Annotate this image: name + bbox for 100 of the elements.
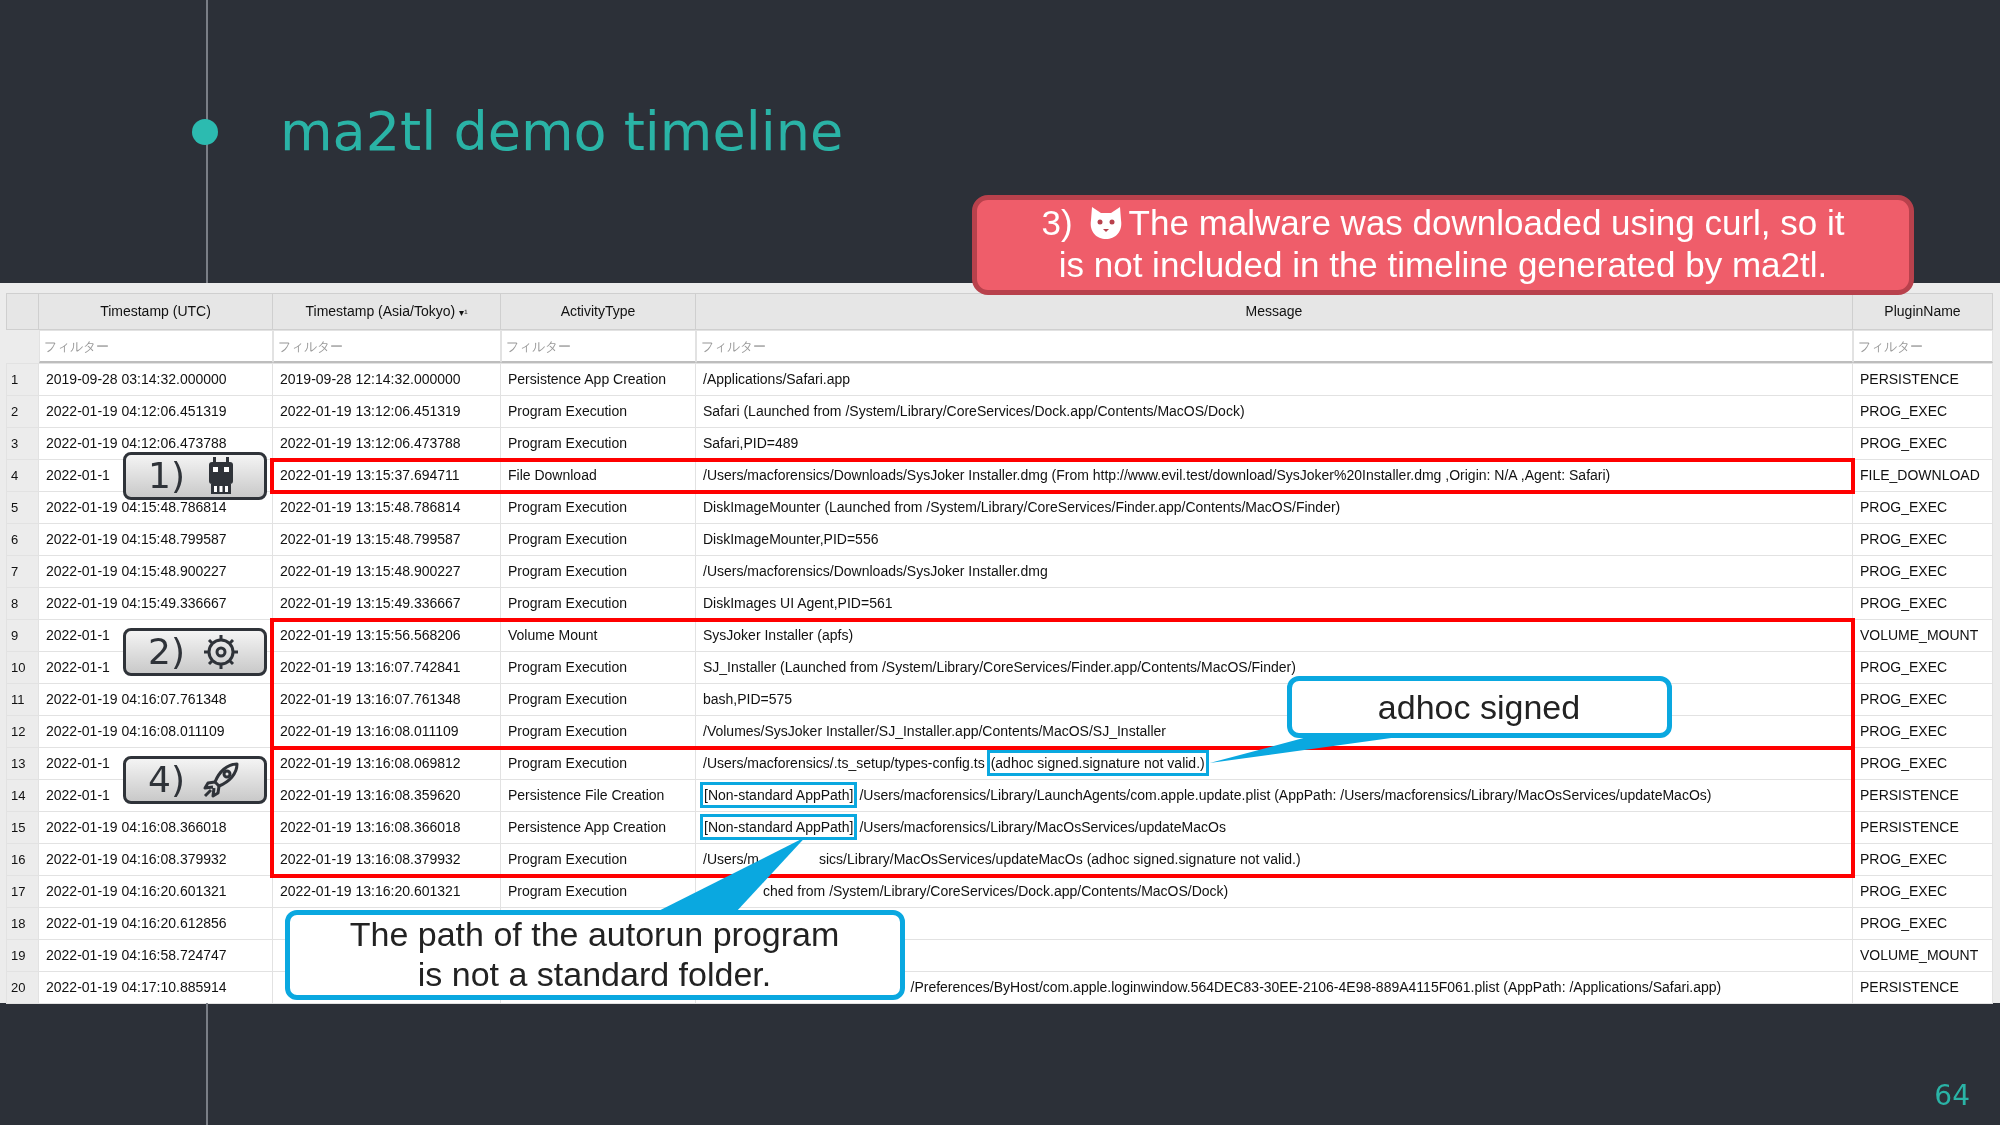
table-cell: Persistence App Creation [508,371,666,387]
message-text: ched from /System/Library/CoreServices/Dock.app/Contents/MacOS/Dock) [763,883,1229,899]
row-number: 19 [11,947,26,963]
table-cell: 2022-01-19 13:16:08.069812 [280,755,461,771]
table-cell: 2022-01-19 04:16:08.011109 [46,723,225,739]
table-cell: PROG_EXEC [1860,723,1948,739]
row-number: 11 [11,691,25,707]
row-number: 14 [11,787,26,803]
column-header: PluginName [1884,303,1961,319]
table-cell: 2022-01-19 13:16:08.366018 [280,819,461,835]
table-cell: Program Execution [508,691,628,707]
table-cell: PROG_EXEC [1860,435,1948,451]
table-cell: 2019-09-28 12:14:32.000000 [280,371,461,387]
table-cell: File Download [508,467,597,483]
table-cell: 2022-01-19 04:16:08.379932 [46,851,227,867]
table-cell: PROG_EXEC [1860,851,1948,867]
message-text: Safari,PID=489 [703,435,799,451]
message-text: bash,PID=575 [703,691,793,707]
row-number: 18 [11,915,26,931]
table-cell: PROG_EXEC [1860,883,1948,899]
message-text: /Applications/Safari.app [703,371,851,387]
table-cell: PROG_EXEC [1860,563,1948,579]
table-cell: Program Execution [508,723,628,739]
filter-field[interactable]: フィルター [500,330,696,363]
note-text: The malware was downloaded using curl, so it [1128,203,1845,242]
filter-field[interactable]: フィルター [38,330,273,363]
table-cell: 2022-01-1 [46,627,110,643]
table-cell: 2022-01-19 04:15:48.786814 [46,499,227,515]
table-cell: 2022-01-19 13:12:06.473788 [280,435,461,451]
note-text: is not included in the timeline generated by ma2tl. [1057,244,1829,286]
row-number: 5 [11,499,19,515]
table-cell: Volume Mount [508,627,598,643]
table-cell: Program Execution [508,595,628,611]
filter-field[interactable]: フィルター [272,330,501,363]
table-cell: 2022-01-19 13:15:48.786814 [280,499,461,515]
table-cell: VOLUME_MOUNT [1860,947,1979,963]
highlighted-text: [Non-standard AppPath] [703,785,855,805]
table-cell: 2022-01-19 04:15:48.900227 [46,563,227,579]
table-cell: 2022-01-19 04:16:58.724747 [46,947,227,963]
callout-text: adhoc signed [1286,675,1672,738]
filter-field[interactable]: フィルター [1852,330,1993,363]
row-number: 20 [11,979,26,995]
table-cell: 2022-01-1 [46,755,110,771]
table-cell: 2022-01-19 13:16:08.359620 [280,787,461,803]
table-cell: 2022-01-19 13:15:56.568206 [280,627,461,643]
row-number: 6 [11,531,19,547]
table-cell: PROG_EXEC [1860,499,1948,515]
callout-text: The path of the autorun program is not a standard folder. [284,909,905,1000]
highlighted-text: [Non-standard AppPath] [703,817,855,837]
table-cell: PERSISTENCE [1860,787,1959,803]
sort-indicator[interactable]: ▾¹ [459,307,468,318]
filter-field[interactable]: フィルター [695,330,1853,363]
page-number: 64 [1934,1078,1970,1114]
message-text: /Users/macforensics/Downloads/SysJoker Installer.dmg [703,563,1048,579]
table-cell: Program Execution [508,531,628,547]
row-number: 8 [11,595,19,611]
row-number: 1 [11,371,19,387]
table-cell: 2022-01-19 13:15:48.900227 [280,563,461,579]
step-badge: 4) [122,755,267,804]
message-text: SJ_Installer (Launched from /System/Library/CoreServices/Finder.app/Contents/MacOS/Finder) [703,659,1296,675]
table-cell: 2022-01-19 13:16:20.601321 [280,883,461,899]
table-cell: PROG_EXEC [1860,659,1948,675]
row-number: 15 [11,819,26,835]
step-number: 3) [1041,203,1073,242]
table-cell: FILE_DOWNLOAD [1860,467,1980,483]
table-cell: 2022-01-19 04:17:10.885914 [46,979,227,995]
highlighted-text: (adhoc signed.signature not valid.) [989,753,1206,773]
message-text: DiskImages UI Agent,PID=561 [703,595,893,611]
table-cell: PERSISTENCE [1860,979,1959,995]
row-number: 13 [11,755,26,771]
message-text: /Users/macforensics/Library/MacOsServices/updateMacOs [859,819,1226,835]
row-number: 7 [11,563,19,579]
row-number: 16 [11,851,26,867]
row-number: 3 [11,435,19,451]
step-badge: 1) [122,451,267,500]
table-cell: PROG_EXEC [1860,531,1948,547]
row-number: 4 [11,467,19,483]
row-number: 10 [11,659,26,675]
message-text: /Preferences/ByHost/com.apple.loginwindow.564DEC83-30EE-2106-4E98-889A4115F061.plist (AppPath: /Applications/Safari.app) [910,979,1722,995]
row-number: 2 [11,403,19,419]
row-number: 9 [11,627,19,643]
table-cell: 2022-01-19 13:15:49.336667 [280,595,461,611]
table-cell: 2022-01-1 [46,787,110,803]
table-cell: 2022-01-19 04:15:49.336667 [46,595,227,611]
table-cell: Program Execution [508,755,628,771]
message-text: DiskImageMounter (Launched from /System/Library/CoreServices/Finder.app/Contents/MacOS/Finder) [703,499,1341,515]
table-cell: 2022-01-19 13:16:07.742841 [280,659,461,675]
table-cell: 2022-01-19 04:15:48.799587 [46,531,227,547]
table-cell: Persistence App Creation [508,819,666,835]
column-header: Message [1245,303,1303,319]
table-cell: Program Execution [508,659,628,675]
table-cell: 2022-01-19 04:16:07.761348 [46,691,227,707]
bullet-dot [192,118,218,145]
table-cell: 2022-01-19 04:16:08.366018 [46,819,227,835]
table-cell: 2022-01-19 04:16:20.612856 [46,915,227,931]
table-cell: 2022-01-19 13:16:07.761348 [280,691,461,707]
row-number: 12 [11,723,26,739]
column-header: Timestamp (Asia/Tokyo) [305,303,456,319]
message-text: /Users/macforensics/Downloads/SysJoker Installer.dmg (From http://www.evil.test/download/SysJoker%20Installer.dmg ,Origin: N/A ,Agent: Safari) [703,467,1611,483]
step-badge: 2) [122,627,267,676]
